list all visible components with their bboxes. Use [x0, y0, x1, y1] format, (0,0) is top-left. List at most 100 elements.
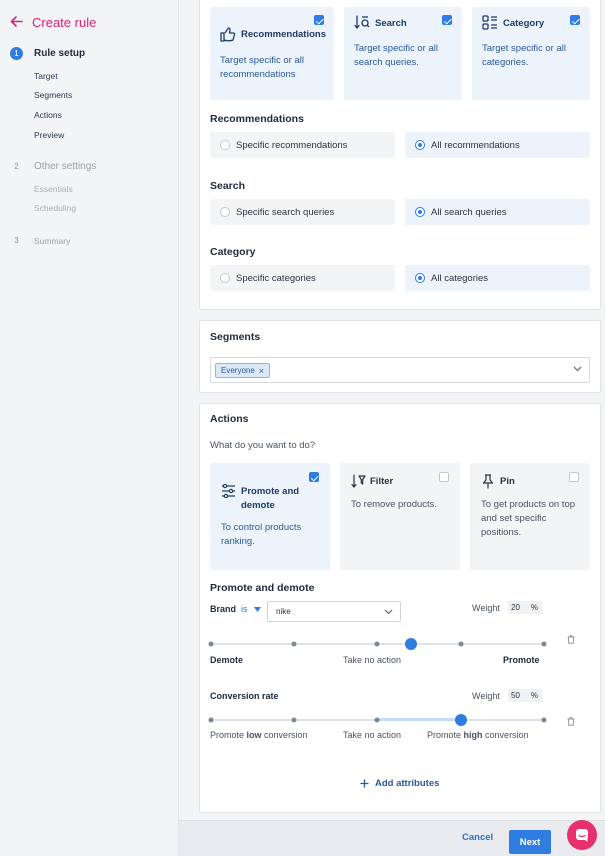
caret-down-icon [253, 606, 261, 612]
substep-segments[interactable]: Segments [34, 90, 72, 100]
plus-icon [360, 779, 369, 788]
slider-tick [208, 641, 214, 647]
card-checkbox[interactable] [569, 472, 579, 482]
cancel-button[interactable]: Cancel [462, 832, 493, 843]
substep-preview[interactable]: Preview [34, 130, 64, 140]
slider-tick [374, 641, 380, 647]
card-title: Pin [500, 476, 515, 487]
card-checkbox[interactable] [570, 15, 580, 25]
step-label: Summary [34, 235, 71, 246]
radio-button [220, 140, 230, 150]
brand-value-select[interactable]: nike [267, 601, 401, 622]
thumbs-up-icon [220, 27, 236, 45]
substep-essentials[interactable]: Essentials [34, 184, 73, 194]
conversion-weight-input[interactable]: 50 % [508, 689, 542, 702]
slider-fill [377, 718, 461, 721]
recommendations-group-label: Recommendations [210, 113, 304, 125]
step-summary[interactable]: 3 Summary [10, 234, 70, 247]
radio-label: All categories [431, 272, 489, 284]
category-group-label: Category [210, 246, 256, 258]
card-description: Target specific or all categories. [482, 43, 566, 68]
select-value: nike [276, 607, 291, 616]
radio-specific-categories[interactable]: Specific categories [210, 265, 395, 291]
footer-bar: Cancel Next [179, 820, 605, 856]
trash-icon[interactable] [567, 635, 575, 646]
slider-tick [541, 717, 547, 723]
substep-actions[interactable]: Actions [34, 110, 62, 120]
target-card-search[interactable]: Search Target specific or all search que… [344, 7, 462, 100]
target-card-category[interactable]: Category Target specific or all categori… [472, 7, 590, 100]
radio-specific-recommendations[interactable]: Specific recommendations [210, 132, 395, 158]
scale-no-action-label: Take no action [343, 655, 402, 665]
card-description: Target specific or all search queries. [354, 43, 438, 68]
slider-tick [374, 717, 380, 723]
target-card-recommendations[interactable]: Recommendations Target specific or all r… [210, 7, 334, 100]
radio-button [220, 273, 230, 283]
action-card-filter[interactable]: Filter To remove products. [340, 463, 460, 570]
radio-all-search-queries[interactable]: All search queries [405, 199, 590, 225]
card-checkbox[interactable] [439, 472, 449, 482]
chat-launcher-button[interactable] [567, 820, 597, 850]
slider-tick [541, 641, 547, 647]
add-attributes-label: Add attributes [375, 778, 440, 789]
slider-tick [291, 641, 297, 647]
pin-icon [481, 474, 495, 492]
weight-label: Weight [472, 691, 500, 701]
scale-low-label: Promote low conversion [210, 730, 308, 740]
radio-specific-search-queries[interactable]: Specific search queries [210, 199, 395, 225]
step-label: Other settings [34, 161, 97, 172]
action-card-promote-demote[interactable]: Promote and demote To control products r… [210, 463, 330, 570]
sliders-icon [221, 483, 236, 501]
radio-all-categories[interactable]: All categories [405, 265, 590, 291]
radio-button [415, 207, 425, 217]
substep-scheduling[interactable]: Scheduling [34, 203, 76, 213]
chat-icon [576, 829, 588, 842]
step-label: Rule setup [34, 48, 86, 59]
slider-tick [458, 641, 464, 647]
segments-title: Segments [210, 331, 261, 343]
card-checkbox[interactable] [314, 15, 324, 25]
segment-chip: Everyone × [215, 363, 271, 378]
percent-unit: % [530, 691, 538, 700]
action-card-pin[interactable]: Pin To get products on top and set speci… [470, 463, 590, 570]
next-button[interactable]: Next [509, 830, 551, 854]
slider-handle[interactable] [454, 714, 467, 726]
search-group-label: Search [210, 180, 246, 192]
card-checkbox[interactable] [442, 15, 452, 25]
chevron-down-icon[interactable] [573, 364, 582, 375]
card-description: To remove products. [351, 499, 438, 510]
radio-all-recommendations[interactable]: All recommendations [405, 132, 590, 158]
trash-icon[interactable] [567, 717, 575, 728]
card-description: To control products ranking. [221, 522, 302, 547]
chevron-down-icon [384, 608, 393, 617]
scale-demote-label: Demote [210, 655, 244, 665]
card-title: Promote and demote [241, 486, 300, 511]
back-arrow-icon[interactable] [10, 15, 23, 30]
radio-button [415, 140, 425, 150]
radio-button [220, 207, 230, 217]
segments-select[interactable]: Everyone × [210, 357, 590, 383]
weight-value: 20 [511, 603, 520, 612]
chip-remove-icon[interactable]: × [259, 366, 264, 376]
percent-unit: % [530, 603, 538, 612]
card-title: Search [375, 18, 407, 29]
sidebar-header: Create rule [10, 15, 96, 30]
page-title: Create rule [32, 15, 97, 30]
brand-weight-input[interactable]: 20 % [508, 601, 542, 614]
radio-label: Specific search queries [236, 206, 335, 218]
step-other-settings[interactable]: 2 Other settings [10, 160, 96, 173]
promote-demote-title: Promote and demote [210, 582, 315, 594]
step-rule-setup[interactable]: 1 Rule setup [10, 47, 85, 60]
substep-target[interactable]: Target [34, 71, 58, 81]
card-title: Recommendations [241, 29, 326, 40]
add-attributes-button[interactable]: Add attributes [360, 778, 439, 789]
actions-question: What do you want to do? [210, 440, 316, 451]
category-grid-icon [482, 15, 498, 33]
slider-tick [291, 717, 297, 723]
operator-select[interactable]: is [241, 604, 261, 614]
card-title: Category [503, 18, 545, 29]
slider-handle[interactable] [404, 638, 417, 650]
card-description: To get products on top and set specific … [481, 499, 576, 538]
weight-value: 50 [511, 691, 520, 700]
card-checkbox[interactable] [309, 472, 319, 482]
